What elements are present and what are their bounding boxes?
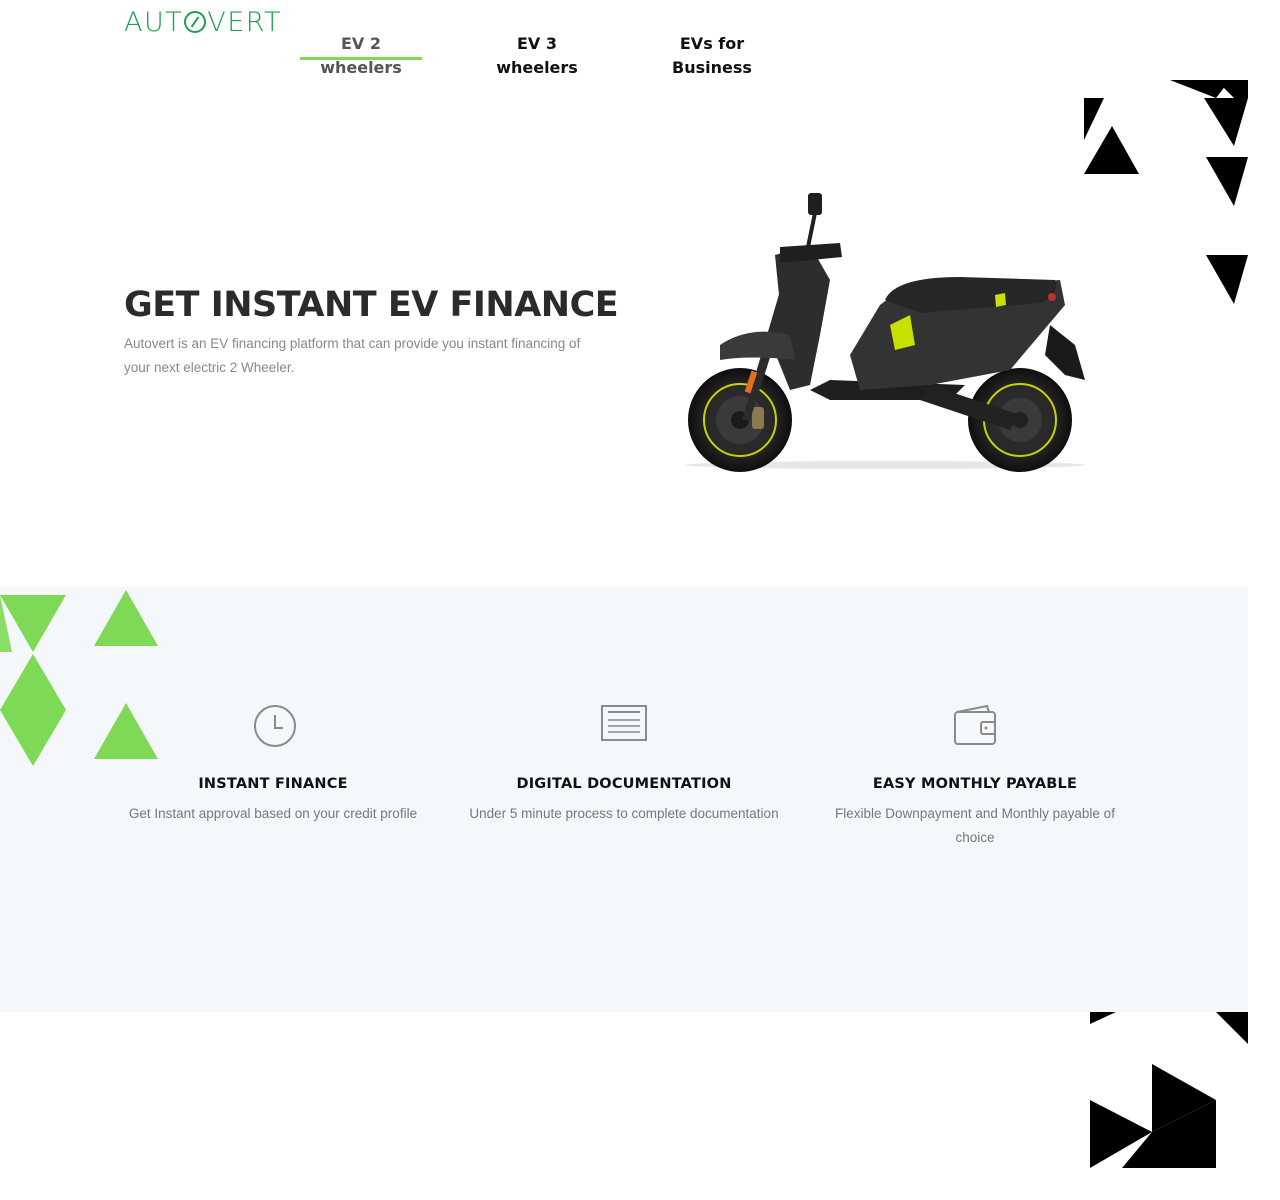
logo-compass-icon [184, 10, 207, 33]
wallet-icon [954, 704, 996, 745]
feature-description: Under 5 minute process to complete docum… [469, 806, 779, 821]
logo-text: AUT VERT [124, 6, 283, 38]
document-icon [601, 705, 647, 741]
feature-title: EASY MONTHLY PAYABLE [872, 776, 1078, 792]
electric-scooter-image [685, 193, 1085, 472]
feature-easy-monthly-payable: EASY MONTHLY PAYABLE Flexible Downpaymen… [820, 700, 1130, 850]
feature-description: Get Instant approval based on your credi… [128, 806, 418, 821]
nav-ev-3-wheelers[interactable]: EV 3 wheelers [482, 32, 592, 80]
clock-icon [254, 705, 296, 747]
decorative-black-triangles-bottom [1090, 1012, 1248, 1168]
hero-description: Autovert is an EV financing platform tha… [124, 336, 581, 375]
hero-title: GET INSTANT EV FINANCE [124, 285, 619, 325]
nav-ev-2-wheelers[interactable]: EV 2 wheelers [300, 32, 422, 80]
feature-digital-documentation: DIGITAL DOCUMENTATION Under 5 minute pro… [469, 700, 779, 826]
feature-description: Flexible Downpayment and Monthly payable… [835, 806, 1115, 845]
decorative-black-triangles [1084, 80, 1248, 304]
nav-evs-for-business[interactable]: EVs for Business [662, 32, 762, 80]
feature-instant-finance: INSTANT FINANCE Get Instant approval bas… [118, 700, 428, 826]
feature-title: DIGITAL DOCUMENTATION [516, 776, 732, 792]
autovert-logo[interactable]: AUT VERT [124, 8, 282, 36]
feature-title: INSTANT FINANCE [198, 776, 348, 792]
